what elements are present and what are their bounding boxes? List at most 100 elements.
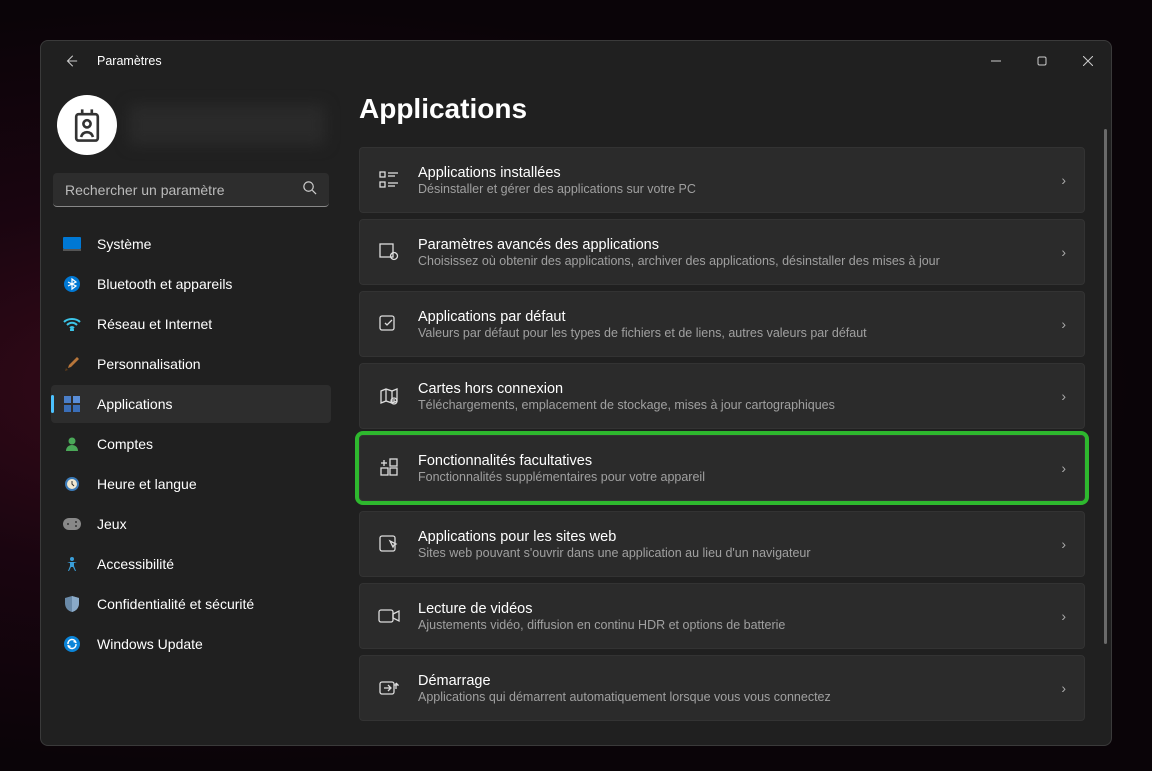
window-body: Système Bluetooth et appareils Réseau et…	[41, 81, 1111, 745]
card-installed-apps[interactable]: Applications installées Désinstaller et …	[359, 147, 1085, 213]
chevron-right-icon: ›	[1061, 388, 1066, 404]
sidebar-nav: Système Bluetooth et appareils Réseau et…	[51, 225, 331, 663]
card-title: Fonctionnalités facultatives	[418, 453, 1043, 469]
sidebar-item-label: Réseau et Internet	[97, 316, 212, 332]
feature-icon	[378, 457, 400, 479]
card-text: Lecture de vidéos Ajustements vidéo, dif…	[418, 601, 1043, 632]
search-box[interactable]	[53, 173, 329, 207]
card-default-apps[interactable]: Applications par défaut Valeurs par défa…	[359, 291, 1085, 357]
account-icon	[63, 435, 81, 453]
user-name-blur	[129, 105, 325, 145]
card-text: Fonctionnalités facultatives Fonctionnal…	[418, 453, 1043, 484]
website-icon	[378, 533, 400, 555]
shield-icon	[63, 595, 81, 613]
sidebar-item-accessibility[interactable]: Accessibilité	[51, 545, 331, 583]
chevron-right-icon: ›	[1061, 680, 1066, 696]
chevron-right-icon: ›	[1061, 460, 1066, 476]
card-desc: Applications qui démarrent automatiqueme…	[418, 690, 1043, 704]
update-icon	[63, 635, 81, 653]
chevron-right-icon: ›	[1061, 316, 1066, 332]
card-title: Applications pour les sites web	[418, 529, 1043, 545]
close-button[interactable]	[1065, 41, 1111, 81]
sidebar-item-games[interactable]: Jeux	[51, 505, 331, 543]
default-app-icon	[378, 313, 400, 335]
window-controls	[973, 41, 1111, 81]
sidebar-item-label: Windows Update	[97, 636, 203, 652]
card-text: Cartes hors connexion Téléchargements, e…	[418, 381, 1043, 412]
card-title: Applications installées	[418, 165, 1043, 181]
card-desc: Téléchargements, emplacement de stockage…	[418, 398, 1043, 412]
sidebar-item-label: Confidentialité et sécurité	[97, 596, 254, 612]
chevron-right-icon: ›	[1061, 244, 1066, 260]
sidebar-item-system[interactable]: Système	[51, 225, 331, 263]
card-title: Lecture de vidéos	[418, 601, 1043, 617]
maximize-button[interactable]	[1019, 41, 1065, 81]
apps-icon	[63, 395, 81, 413]
card-text: Applications installées Désinstaller et …	[418, 165, 1043, 196]
card-video-playback[interactable]: Lecture de vidéos Ajustements vidéo, dif…	[359, 583, 1085, 649]
card-desc: Choisissez où obtenir des applications, …	[418, 254, 1043, 268]
search-icon	[302, 180, 317, 200]
map-icon	[378, 385, 400, 407]
card-text: Applications pour les sites web Sites we…	[418, 529, 1043, 560]
card-desc: Désinstaller et gérer des applications s…	[418, 182, 1043, 196]
sidebar: Système Bluetooth et appareils Réseau et…	[41, 81, 341, 745]
sidebar-item-label: Système	[97, 236, 151, 252]
card-title: Paramètres avancés des applications	[418, 237, 1043, 253]
sidebar-item-applications[interactable]: Applications	[51, 385, 331, 423]
card-title: Cartes hors connexion	[418, 381, 1043, 397]
main-content: Applications Applications installées Dés…	[341, 81, 1111, 745]
chevron-right-icon: ›	[1061, 172, 1066, 188]
card-text: Applications par défaut Valeurs par défa…	[418, 309, 1043, 340]
sidebar-item-update[interactable]: Windows Update	[51, 625, 331, 663]
card-text: Démarrage Applications qui démarrent aut…	[418, 673, 1043, 704]
page-title: Applications	[359, 93, 1085, 125]
scrollbar-thumb[interactable]	[1104, 129, 1107, 644]
card-desc: Ajustements vidéo, diffusion en continu …	[418, 618, 1043, 632]
sidebar-item-accounts[interactable]: Comptes	[51, 425, 331, 463]
sidebar-item-label: Applications	[97, 396, 173, 412]
card-text: Paramètres avancés des applications Choi…	[418, 237, 1043, 268]
chevron-right-icon: ›	[1061, 608, 1066, 624]
system-icon	[63, 235, 81, 253]
search-input[interactable]	[53, 173, 329, 207]
card-title: Applications par défaut	[418, 309, 1043, 325]
time-icon	[63, 475, 81, 493]
sidebar-item-label: Jeux	[97, 516, 127, 532]
sidebar-item-label: Heure et langue	[97, 476, 197, 492]
accessibility-icon	[63, 555, 81, 573]
card-apps-for-websites[interactable]: Applications pour les sites web Sites we…	[359, 511, 1085, 577]
sidebar-item-network[interactable]: Réseau et Internet	[51, 305, 331, 343]
settings-window: Paramètres	[40, 40, 1112, 746]
sidebar-item-label: Comptes	[97, 436, 153, 452]
card-desc: Valeurs par défaut pour les types de fic…	[418, 326, 1043, 340]
sidebar-item-label: Accessibilité	[97, 556, 174, 572]
card-advanced-app-settings[interactable]: Paramètres avancés des applications Choi…	[359, 219, 1085, 285]
titlebar: Paramètres	[41, 41, 1111, 81]
settings-app-icon	[378, 241, 400, 263]
chevron-right-icon: ›	[1061, 536, 1066, 552]
minimize-button[interactable]	[973, 41, 1019, 81]
scrollbar[interactable]	[1104, 129, 1107, 735]
user-profile[interactable]	[51, 89, 331, 173]
card-title: Démarrage	[418, 673, 1043, 689]
brush-icon	[63, 355, 81, 373]
card-startup[interactable]: Démarrage Applications qui démarrent aut…	[359, 655, 1085, 721]
wifi-icon	[63, 315, 81, 333]
list-icon	[378, 169, 400, 191]
back-button[interactable]	[57, 47, 85, 75]
startup-icon	[378, 677, 400, 699]
sidebar-item-bluetooth[interactable]: Bluetooth et appareils	[51, 265, 331, 303]
card-offline-maps[interactable]: Cartes hors connexion Téléchargements, e…	[359, 363, 1085, 429]
bluetooth-icon	[63, 275, 81, 293]
card-desc: Sites web pouvant s'ouvrir dans une appl…	[418, 546, 1043, 560]
card-desc: Fonctionnalités supplémentaires pour vot…	[418, 470, 1043, 484]
sidebar-item-label: Bluetooth et appareils	[97, 276, 232, 292]
sidebar-item-personalization[interactable]: Personnalisation	[51, 345, 331, 383]
sidebar-item-label: Personnalisation	[97, 356, 201, 372]
avatar	[57, 95, 117, 155]
games-icon	[63, 515, 81, 533]
sidebar-item-time[interactable]: Heure et langue	[51, 465, 331, 503]
card-optional-features[interactable]: Fonctionnalités facultatives Fonctionnal…	[359, 435, 1085, 501]
sidebar-item-privacy[interactable]: Confidentialité et sécurité	[51, 585, 331, 623]
